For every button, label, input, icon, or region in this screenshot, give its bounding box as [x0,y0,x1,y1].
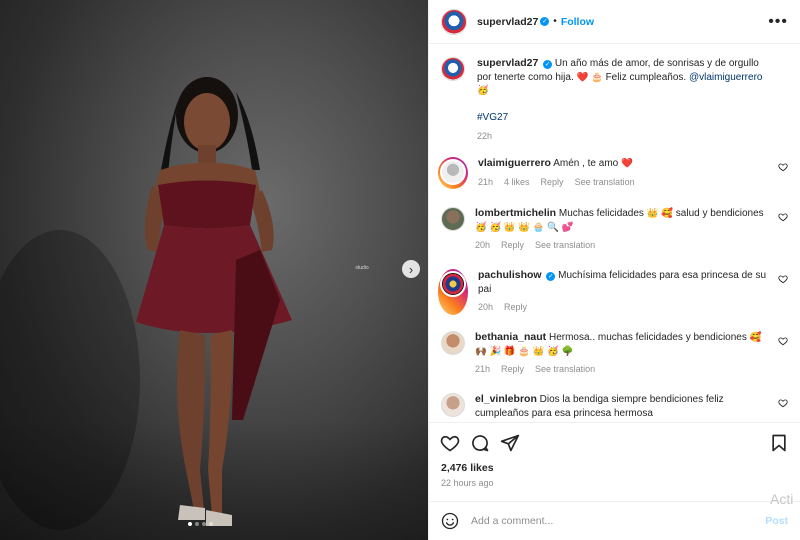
comment-time: 20h [478,302,494,312]
comment-username[interactable]: bethania_naut [475,331,546,343]
post-media[interactable]: studio › [0,0,428,540]
comment-time: 21h [475,364,491,374]
save-icon[interactable] [769,433,789,453]
story-ring[interactable] [438,269,468,315]
commenter-avatar [440,271,466,297]
caption-emojis: ❤️ 🎂 [576,71,603,83]
next-slide-button[interactable]: › [402,260,420,278]
see-translation-button[interactable]: See translation [535,239,595,253]
like-comment-heart-icon[interactable] [778,162,788,172]
caption-avatar[interactable] [441,57,465,81]
comment-time: 20h [475,240,491,250]
caption-text-2: Feliz cumpleaños. [605,71,687,83]
share-icon[interactable] [500,433,520,453]
comment-input[interactable] [471,515,731,527]
comment-text: Muchas felicidades [558,208,644,219]
carousel-dots [188,522,213,526]
caption-hashtag-link[interactable]: #VG27 [477,111,767,125]
comment-composer: Post [429,501,800,540]
more-options-icon[interactable]: ••• [768,13,788,30]
post-comment-button[interactable]: Post [765,515,788,527]
caption-mention-link[interactable]: @vlaimiguerrero [689,72,763,83]
comment-text: Hermosa.. muchas felicidades y bendicion… [548,332,747,343]
carousel-dot [188,522,192,526]
separator: • [553,16,557,27]
dress-train [232,250,280,420]
post-actions [429,422,800,462]
see-translation-button[interactable]: See translation [535,363,595,377]
comments-list[interactable]: supervlad27 ✓ Un año más de amor, de son… [429,45,800,422]
comment-username[interactable]: lombertmichelin [475,207,556,219]
post-caption: supervlad27 ✓ Un año más de amor, de son… [429,45,800,144]
comment-likes[interactable]: 4 likes [504,176,530,190]
comment-username[interactable]: pachulishow [478,269,542,281]
verified-badge-icon: ✓ [543,60,553,69]
like-comment-heart-icon[interactable] [778,336,788,346]
commenter-avatar[interactable] [441,207,465,231]
next-arrow-icon: › [408,261,414,277]
like-comment-heart-icon[interactable] [778,212,788,222]
leg-right [208,330,233,515]
comment-icon[interactable] [470,433,490,453]
comment-text: Amén , te amo [553,158,619,169]
emoji-icon[interactable] [441,512,459,530]
author-avatar[interactable] [441,8,467,35]
commenter-avatar [440,159,466,185]
photographer-watermark: studio [355,265,369,271]
caption-emojis-2: 🥳 [477,85,489,96]
verified-badge-icon: ✓ [540,17,550,26]
heart-icon[interactable] [440,433,460,453]
comment-username[interactable]: el_vinlebron [475,393,537,405]
like-comment-heart-icon[interactable] [778,274,788,284]
comment-item: lombertmichelin Muchas felicidades 👑 🥰 s… [441,207,788,253]
comment-item: pachulishow ✓ Muchísima felicidades para… [438,269,788,315]
commenter-avatar[interactable] [441,331,465,355]
comment-text-2: salud y bendiciones [675,208,764,219]
reply-button[interactable]: Reply [501,363,524,377]
see-translation-button[interactable]: See translation [575,176,635,190]
post-header: supervlad27 ✓ • Follow ••• [429,0,800,44]
comment-emojis: 👑 🥰 [646,208,674,219]
comment-emojis: 🥰 [749,332,762,343]
likes-count[interactable]: 2,476 likes [441,462,494,474]
reply-button[interactable]: Reply [501,239,524,253]
caption-time: 22h [477,131,493,141]
verified-badge-icon: ✓ [546,272,556,281]
carousel-dot [202,522,206,526]
story-ring[interactable] [438,157,468,189]
carousel-dot [209,522,213,526]
reply-button[interactable]: Reply [541,176,564,190]
comment-emojis-2: 🥳 🥳 👑 👑 🧁 🔍 💕 [475,221,574,233]
comment-item: el_vinlebron Dios la bendiga siempre ben… [441,393,788,420]
carousel-dot [195,522,199,526]
comment-time: 21h [478,176,494,187]
hair-right [236,92,260,170]
comment-item: vlaimiguerrero Amén , te amo ❤️ 21h 4 li… [438,157,788,190]
comment-emojis: ❤️ [621,158,633,169]
commenter-avatar[interactable] [441,393,465,417]
comment-emojis-2: 🙌🏾 🎉 🎁 🎂 👑 🥳 🌳 [475,345,574,357]
comment-username[interactable]: vlaimiguerrero [478,157,551,169]
follow-button[interactable]: Follow [561,16,594,28]
author-username[interactable]: supervlad27 [477,16,538,28]
post-panel: supervlad27 ✓ • Follow ••• supervlad27 ✓… [428,0,800,540]
wall-shadow [0,230,140,530]
like-comment-heart-icon[interactable] [778,398,788,408]
comment-item: bethania_naut Hermosa.. muchas felicidad… [441,331,788,377]
caption-username[interactable]: supervlad27 [477,57,538,69]
reply-button[interactable]: Reply [504,301,527,315]
face [184,93,230,151]
post-time[interactable]: 22 hours ago [441,478,494,488]
leg-left [177,330,206,510]
dress-bodice [158,180,256,229]
